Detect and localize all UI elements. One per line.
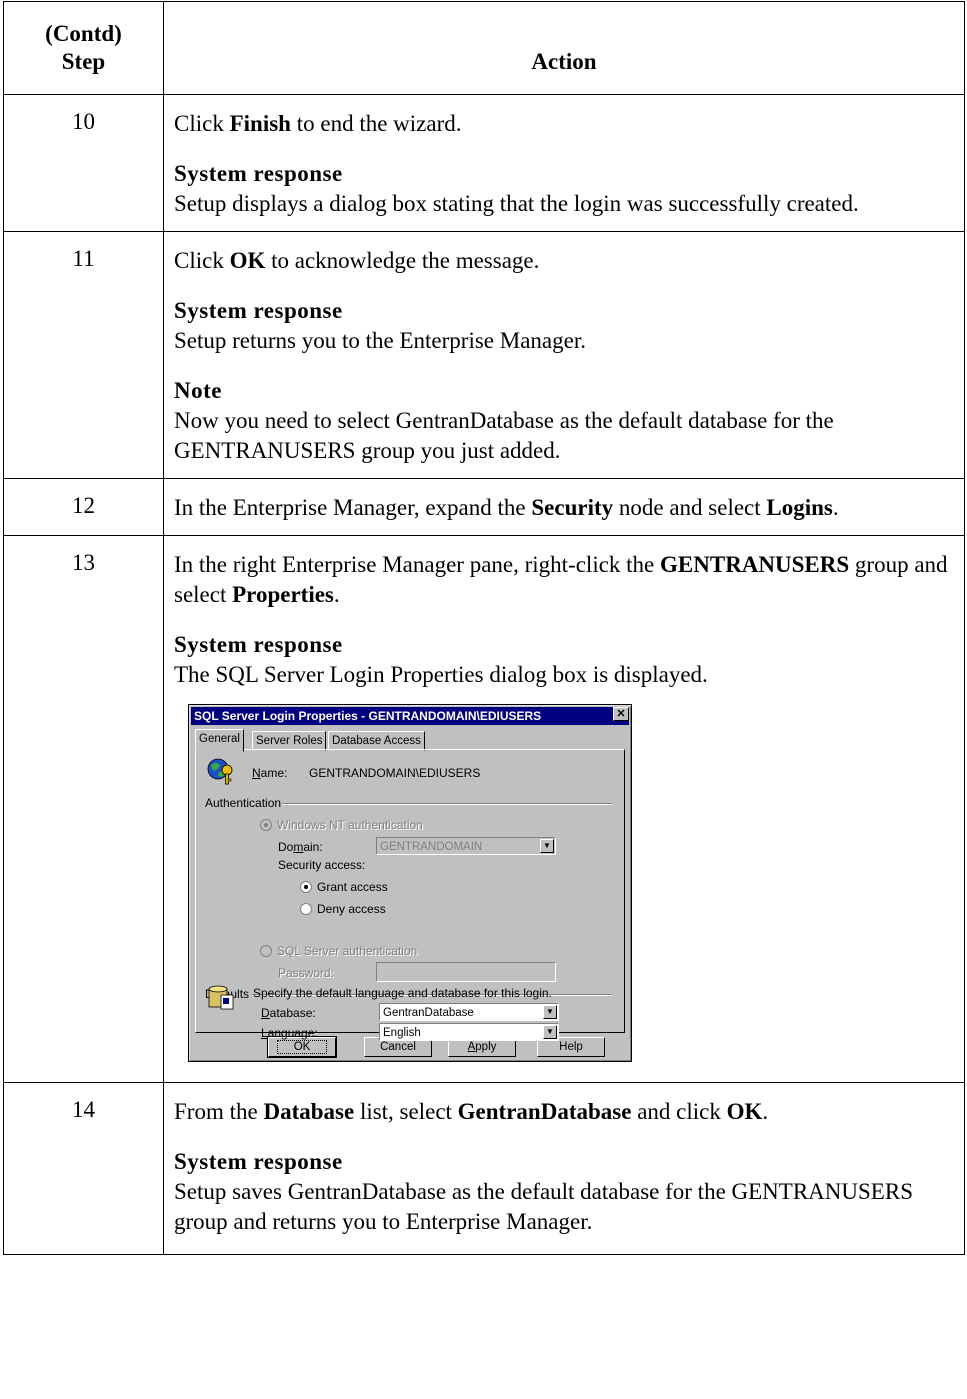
step-number: 11	[3, 231, 164, 479]
tab-server-roles[interactable]: Server Roles	[252, 731, 327, 751]
login-properties-dialog: SQL Server Login Properties - GENTRANDOM…	[188, 704, 632, 1062]
system-response-label: System response	[174, 632, 343, 657]
dialog-title-bar: SQL Server Login Properties - GENTRANDOM…	[191, 707, 629, 725]
instruction: From the Database list, select GentranDa…	[174, 1099, 769, 1124]
system-response-text: Setup saves GentranDatabase as the defau…	[174, 1179, 913, 1234]
system-response-text: Setup displays a dialog box stating that…	[174, 191, 859, 216]
system-response-label: System response	[174, 161, 343, 186]
instruction: Click Finish to end the wizard.	[174, 111, 462, 136]
step-header: (Contd) Step	[3, 1, 164, 95]
instruction: In the right Enterprise Manager pane, ri…	[174, 552, 948, 607]
step-number: 14	[3, 1082, 164, 1255]
header-row: (Contd) Step Action	[3, 1, 965, 95]
language-select[interactable]: English ▼	[379, 1023, 559, 1041]
step-header-bottom: Step	[61, 49, 106, 74]
system-response-text: The SQL Server Login Properties dialog b…	[174, 662, 708, 687]
chevron-down-icon[interactable]: ▼	[540, 839, 554, 853]
step-row-13: 13 In the right Enterprise Manager pane,…	[3, 535, 965, 1083]
deny-access-radio[interactable]: Deny access	[300, 902, 386, 916]
sql-auth-radio[interactable]: SQL Server authentication	[260, 944, 417, 958]
note-text: Now you need to select GentranDatabase a…	[174, 408, 834, 463]
domain-select[interactable]: GENTRANDOMAIN ▼	[376, 837, 556, 855]
step-row-10: 10 Click Finish to end the wizard. Syste…	[3, 94, 965, 232]
instruction: In the Enterprise Manager, expand the Se…	[174, 495, 839, 520]
domain-label: Domain:	[278, 840, 323, 854]
database-select[interactable]: GentranDatabase ▼	[379, 1003, 559, 1021]
chevron-down-icon[interactable]: ▼	[543, 1005, 557, 1019]
close-icon[interactable]: ✕	[613, 707, 629, 721]
step-header-top: (Contd)	[45, 21, 122, 46]
login-keys-icon	[207, 758, 233, 785]
system-response-label: System response	[174, 1149, 343, 1174]
language-label: Language:	[261, 1026, 318, 1040]
steps-table: (Contd) Step Action 10 Click Finish to e…	[3, 1, 965, 1255]
note-label: Note	[174, 378, 222, 403]
dialog-title: SQL Server Login Properties - GENTRANDOM…	[194, 709, 542, 723]
tab-general[interactable]: General	[195, 729, 244, 752]
action-header: Action	[163, 1, 965, 95]
tab-database-access[interactable]: Database Access	[328, 731, 425, 751]
step-action: Click OK to acknowledge the message. Sys…	[163, 231, 965, 479]
system-response-label: System response	[174, 298, 343, 323]
windows-nt-radio[interactable]: Windows NT authentication	[260, 818, 423, 832]
name-value: GENTRANDOMAIN\EDIUSERS	[309, 766, 481, 780]
defaults-description: Specify the default language and databas…	[253, 986, 552, 1000]
instruction: Click OK to acknowledge the message.	[174, 248, 540, 273]
step-action: Click Finish to end the wizard. System r…	[163, 94, 965, 232]
ok-button[interactable]: OK	[267, 1036, 337, 1058]
password-field[interactable]	[376, 962, 556, 982]
name-label: Name:	[252, 766, 288, 780]
step-action: From the Database list, select GentranDa…	[163, 1082, 965, 1255]
security-access-label: Security access:	[278, 858, 366, 872]
system-response-text: Setup returns you to the Enterprise Mana…	[174, 328, 586, 353]
database-label: Database:	[261, 1006, 316, 1020]
database-icon	[208, 985, 234, 1010]
step-action: In the right Enterprise Manager pane, ri…	[163, 535, 965, 1083]
step-number: 12	[3, 478, 164, 536]
step-action: In the Enterprise Manager, expand the Se…	[163, 478, 965, 536]
password-label: Password:	[278, 966, 335, 980]
step-row-12: 12 In the Enterprise Manager, expand the…	[3, 478, 965, 536]
grant-access-radio[interactable]: Grant access	[300, 880, 388, 894]
step-row-14: 14 From the Database list, select Gentra…	[3, 1082, 965, 1255]
authentication-label: Authentication	[205, 796, 282, 810]
step-number: 13	[3, 535, 164, 1083]
step-row-11: 11 Click OK to acknowledge the message. …	[3, 231, 965, 479]
step-number: 10	[3, 94, 164, 232]
chevron-down-icon[interactable]: ▼	[543, 1025, 557, 1039]
